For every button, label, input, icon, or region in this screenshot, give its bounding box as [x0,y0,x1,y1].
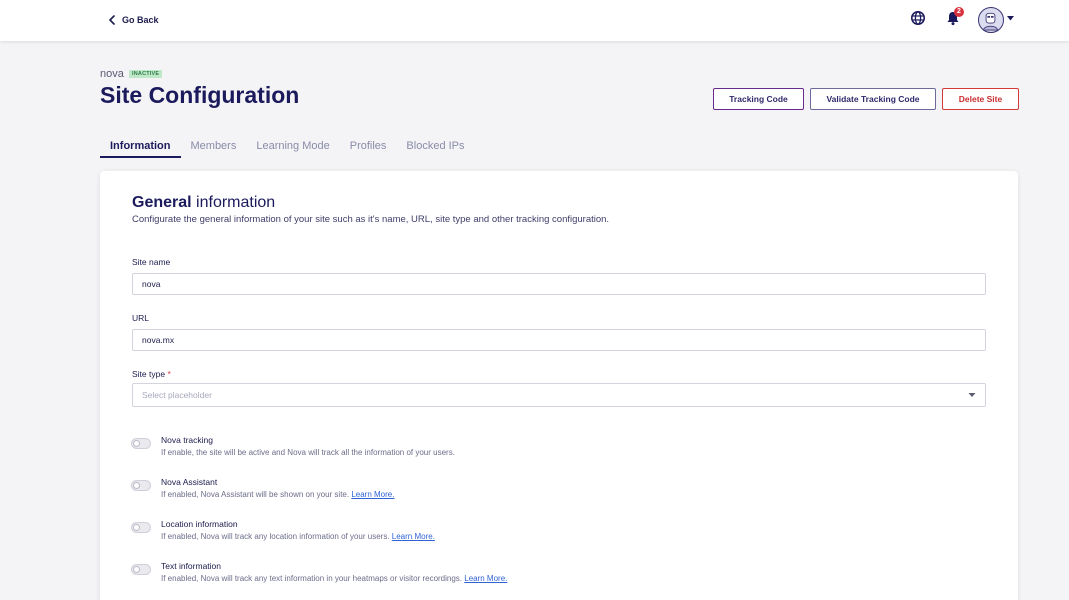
caret-down-icon[interactable] [1006,14,1015,22]
site-name-input[interactable] [132,273,986,295]
toggle-description: If enable, the site will be active and N… [161,448,455,457]
toggle-description-text: If enabled, Nova will track any text inf… [161,574,465,583]
site-type-placeholder: Select placeholder [142,390,212,400]
toggle-description: If enabled, Nova will track any text inf… [161,574,507,583]
site-name-field-label: Site name [132,257,171,267]
section-title: General information [132,194,275,212]
tab-blocked-ips[interactable]: Blocked IPs [396,138,474,158]
validate-tracking-code-button[interactable]: Validate Tracking Code [810,88,936,110]
chevron-down-icon [968,393,976,397]
tab-members[interactable]: Members [181,138,247,158]
site-type-label-text: Site type [132,369,166,379]
delete-site-button[interactable]: Delete Site [942,88,1019,110]
nova-tracking-toggle[interactable] [131,438,151,449]
tab-bar: Information Members Learning Mode Profil… [100,138,475,158]
toggle-title: Nova tracking [161,435,213,445]
toggle-description: If enabled, Nova will track any location… [161,532,435,541]
toggle-title: Text information [161,561,221,571]
toggle-knob [133,566,140,573]
tab-profiles[interactable]: Profiles [340,138,397,158]
toggle-knob [133,440,140,447]
avatar[interactable] [978,7,1004,33]
site-type-select[interactable]: Select placeholder [132,383,986,407]
toggle-description-text: If enable, the site will be active and N… [161,448,455,457]
url-field-label: URL [132,313,150,323]
top-bar: Go Back 2 [0,0,1069,41]
toggle-description-text: If enabled, Nova will track any location… [161,532,392,541]
tab-learning-mode[interactable]: Learning Mode [246,138,339,158]
tracking-code-button[interactable]: Tracking Code [713,88,804,110]
required-asterisk: * [167,369,171,379]
toggle-description-text: If enabled, Nova Assistant will be shown… [161,490,352,499]
section-title-bold: General [132,194,192,211]
section-description: Configurate the general information of y… [132,214,610,225]
page-title: Site Configuration [100,82,300,108]
learn-more-link[interactable]: Learn More. [464,574,507,583]
chevron-left-icon [109,15,115,25]
site-name-label: nova [100,68,124,80]
url-input[interactable] [132,329,986,351]
text-information-toggle[interactable] [131,564,151,575]
go-back-link[interactable]: Go Back [108,12,159,28]
toggle-knob [133,524,140,531]
section-title-rest: information [191,194,276,211]
globe-icon[interactable] [910,10,926,26]
avatar-icon [982,12,999,31]
learn-more-link[interactable]: Learn More. [392,532,435,541]
status-badge: INACTIVE [129,70,163,78]
go-back-label: Go Back [122,15,159,25]
location-information-toggle[interactable] [131,522,151,533]
toggle-knob [133,482,140,489]
notification-badge: 2 [954,7,964,17]
toggle-title: Location information [161,519,238,529]
learn-more-link[interactable]: Learn More. [351,490,394,499]
nova-assistant-toggle[interactable] [131,480,151,491]
toggle-title: Nova Assistant [161,477,218,487]
toggle-description: If enabled, Nova Assistant will be shown… [161,490,394,499]
site-type-field-label: Site type * [132,369,171,379]
general-information-card: General information Configurate the gene… [100,171,1018,600]
tab-information[interactable]: Information [100,138,181,158]
